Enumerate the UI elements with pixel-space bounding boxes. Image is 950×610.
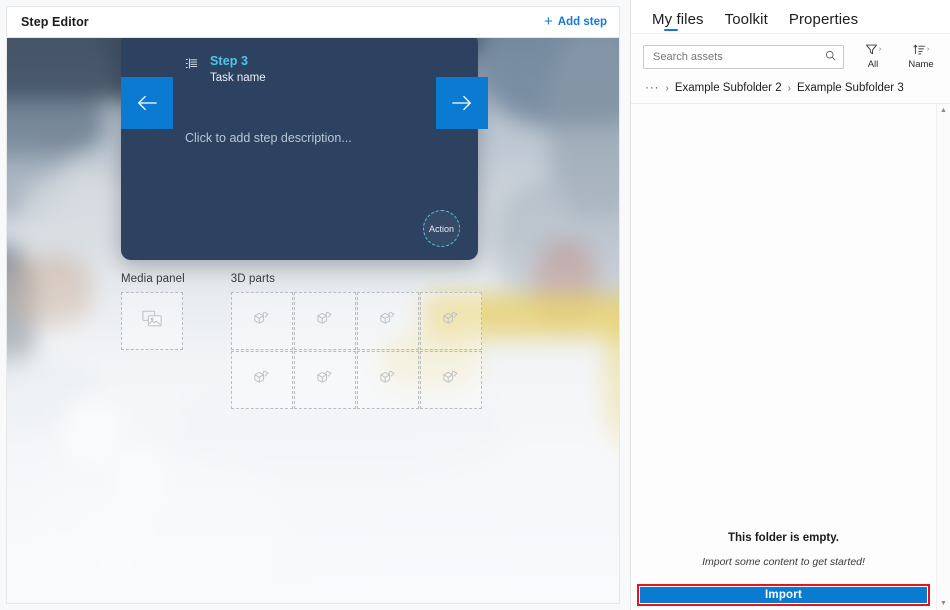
arrow-left-icon — [136, 94, 158, 112]
media-panel-group: Media panel — [121, 273, 185, 409]
import-button-highlight: Import — [637, 584, 930, 606]
step-number-label: Step 3 — [210, 53, 266, 69]
cube-3d-icon — [252, 309, 271, 333]
breadcrumb: ··· › Example Subfolder 2 › Example Subf… — [631, 78, 950, 103]
empty-state-subtitle: Import some content to get started! — [631, 556, 936, 568]
part-slot[interactable] — [231, 351, 293, 409]
breadcrumb-overflow[interactable]: ··· — [645, 82, 660, 94]
breadcrumb-separator: › — [666, 83, 669, 94]
page-title: Step Editor — [21, 15, 89, 29]
assets-toolbar: Search assets — [631, 34, 950, 78]
cube-3d-icon — [252, 368, 271, 392]
parts-panel-group: 3D parts — [231, 273, 482, 409]
arrow-right-icon — [451, 94, 473, 112]
panel-tabs: My files Toolkit Properties — [631, 0, 950, 33]
next-step-button[interactable] — [436, 77, 488, 129]
tab-properties[interactable]: Properties — [789, 11, 858, 33]
sort-label: Name — [908, 59, 933, 70]
step-card[interactable]: Step 3 Task name Click to add step descr… — [121, 33, 478, 260]
part-slot[interactable] — [357, 292, 419, 350]
cube-3d-icon — [441, 309, 460, 333]
search-icon — [825, 48, 836, 66]
part-slot[interactable] — [231, 292, 293, 350]
parts-panel-title: 3D parts — [231, 273, 482, 285]
add-step-button[interactable]: + Add step — [544, 15, 607, 30]
part-slot[interactable] — [294, 292, 356, 350]
part-slot[interactable] — [420, 351, 482, 409]
step-editor-header: Step Editor + Add step — [6, 6, 620, 38]
step-card-header: Step 3 Task name — [185, 53, 266, 86]
sort-button[interactable]: › Name — [902, 43, 940, 70]
cube-3d-icon — [315, 368, 334, 392]
cube-3d-icon — [315, 309, 334, 333]
media-panel-slot[interactable] — [121, 292, 183, 350]
cube-3d-icon — [441, 368, 460, 392]
app-root: Step Editor + Add step — [0, 0, 950, 610]
cube-3d-icon — [378, 309, 397, 333]
attachment-panels: Media panel 3 — [121, 273, 482, 409]
add-step-label: Add step — [558, 16, 607, 28]
tab-my-files[interactable]: My files — [652, 11, 704, 33]
part-slot[interactable] — [420, 292, 482, 350]
action-chip-button[interactable]: Action — [423, 210, 460, 247]
step-editor-pane: Step Editor + Add step — [0, 0, 630, 610]
empty-state: This folder is empty. Import some conten… — [631, 532, 936, 568]
previous-step-button[interactable] — [121, 77, 173, 129]
parts-grid — [231, 292, 482, 409]
task-name-field[interactable]: Task name — [210, 70, 266, 86]
media-panel-title: Media panel — [121, 273, 185, 285]
scroll-up-arrow-icon[interactable]: ▲ — [940, 107, 947, 114]
part-slot[interactable] — [294, 351, 356, 409]
import-button[interactable]: Import — [640, 587, 927, 603]
part-slot[interactable] — [357, 351, 419, 409]
tab-toolkit[interactable]: Toolkit — [725, 11, 768, 33]
breadcrumb-item-0[interactable]: Example Subfolder 2 — [675, 82, 782, 94]
filter-button[interactable]: › All — [854, 43, 892, 70]
asset-list-scrollbar[interactable]: ▲ ▼ — [936, 104, 950, 610]
search-input[interactable]: Search assets — [643, 45, 844, 69]
breadcrumb-separator: › — [788, 83, 791, 94]
filter-label: All — [868, 59, 879, 70]
chevron-right-icon: › — [879, 43, 881, 56]
plus-icon: + — [544, 14, 553, 29]
my-files-panel: Search assets — [631, 33, 950, 610]
cube-3d-icon — [378, 368, 397, 392]
empty-state-title: This folder is empty. — [631, 532, 936, 544]
breadcrumb-item-1[interactable]: Example Subfolder 3 — [797, 82, 904, 94]
list-icon — [185, 57, 198, 75]
search-placeholder: Search assets — [653, 51, 723, 63]
chevron-right-icon: › — [927, 43, 929, 56]
assets-pane: My files Toolkit Properties Search asset… — [630, 0, 950, 610]
media-image-icon — [142, 310, 162, 332]
step-description-field[interactable]: Click to add step description... — [185, 131, 352, 145]
asset-list: ▲ ▼ This folder is empty. Import some co… — [631, 103, 950, 610]
scroll-down-arrow-icon[interactable]: ▼ — [940, 600, 947, 607]
